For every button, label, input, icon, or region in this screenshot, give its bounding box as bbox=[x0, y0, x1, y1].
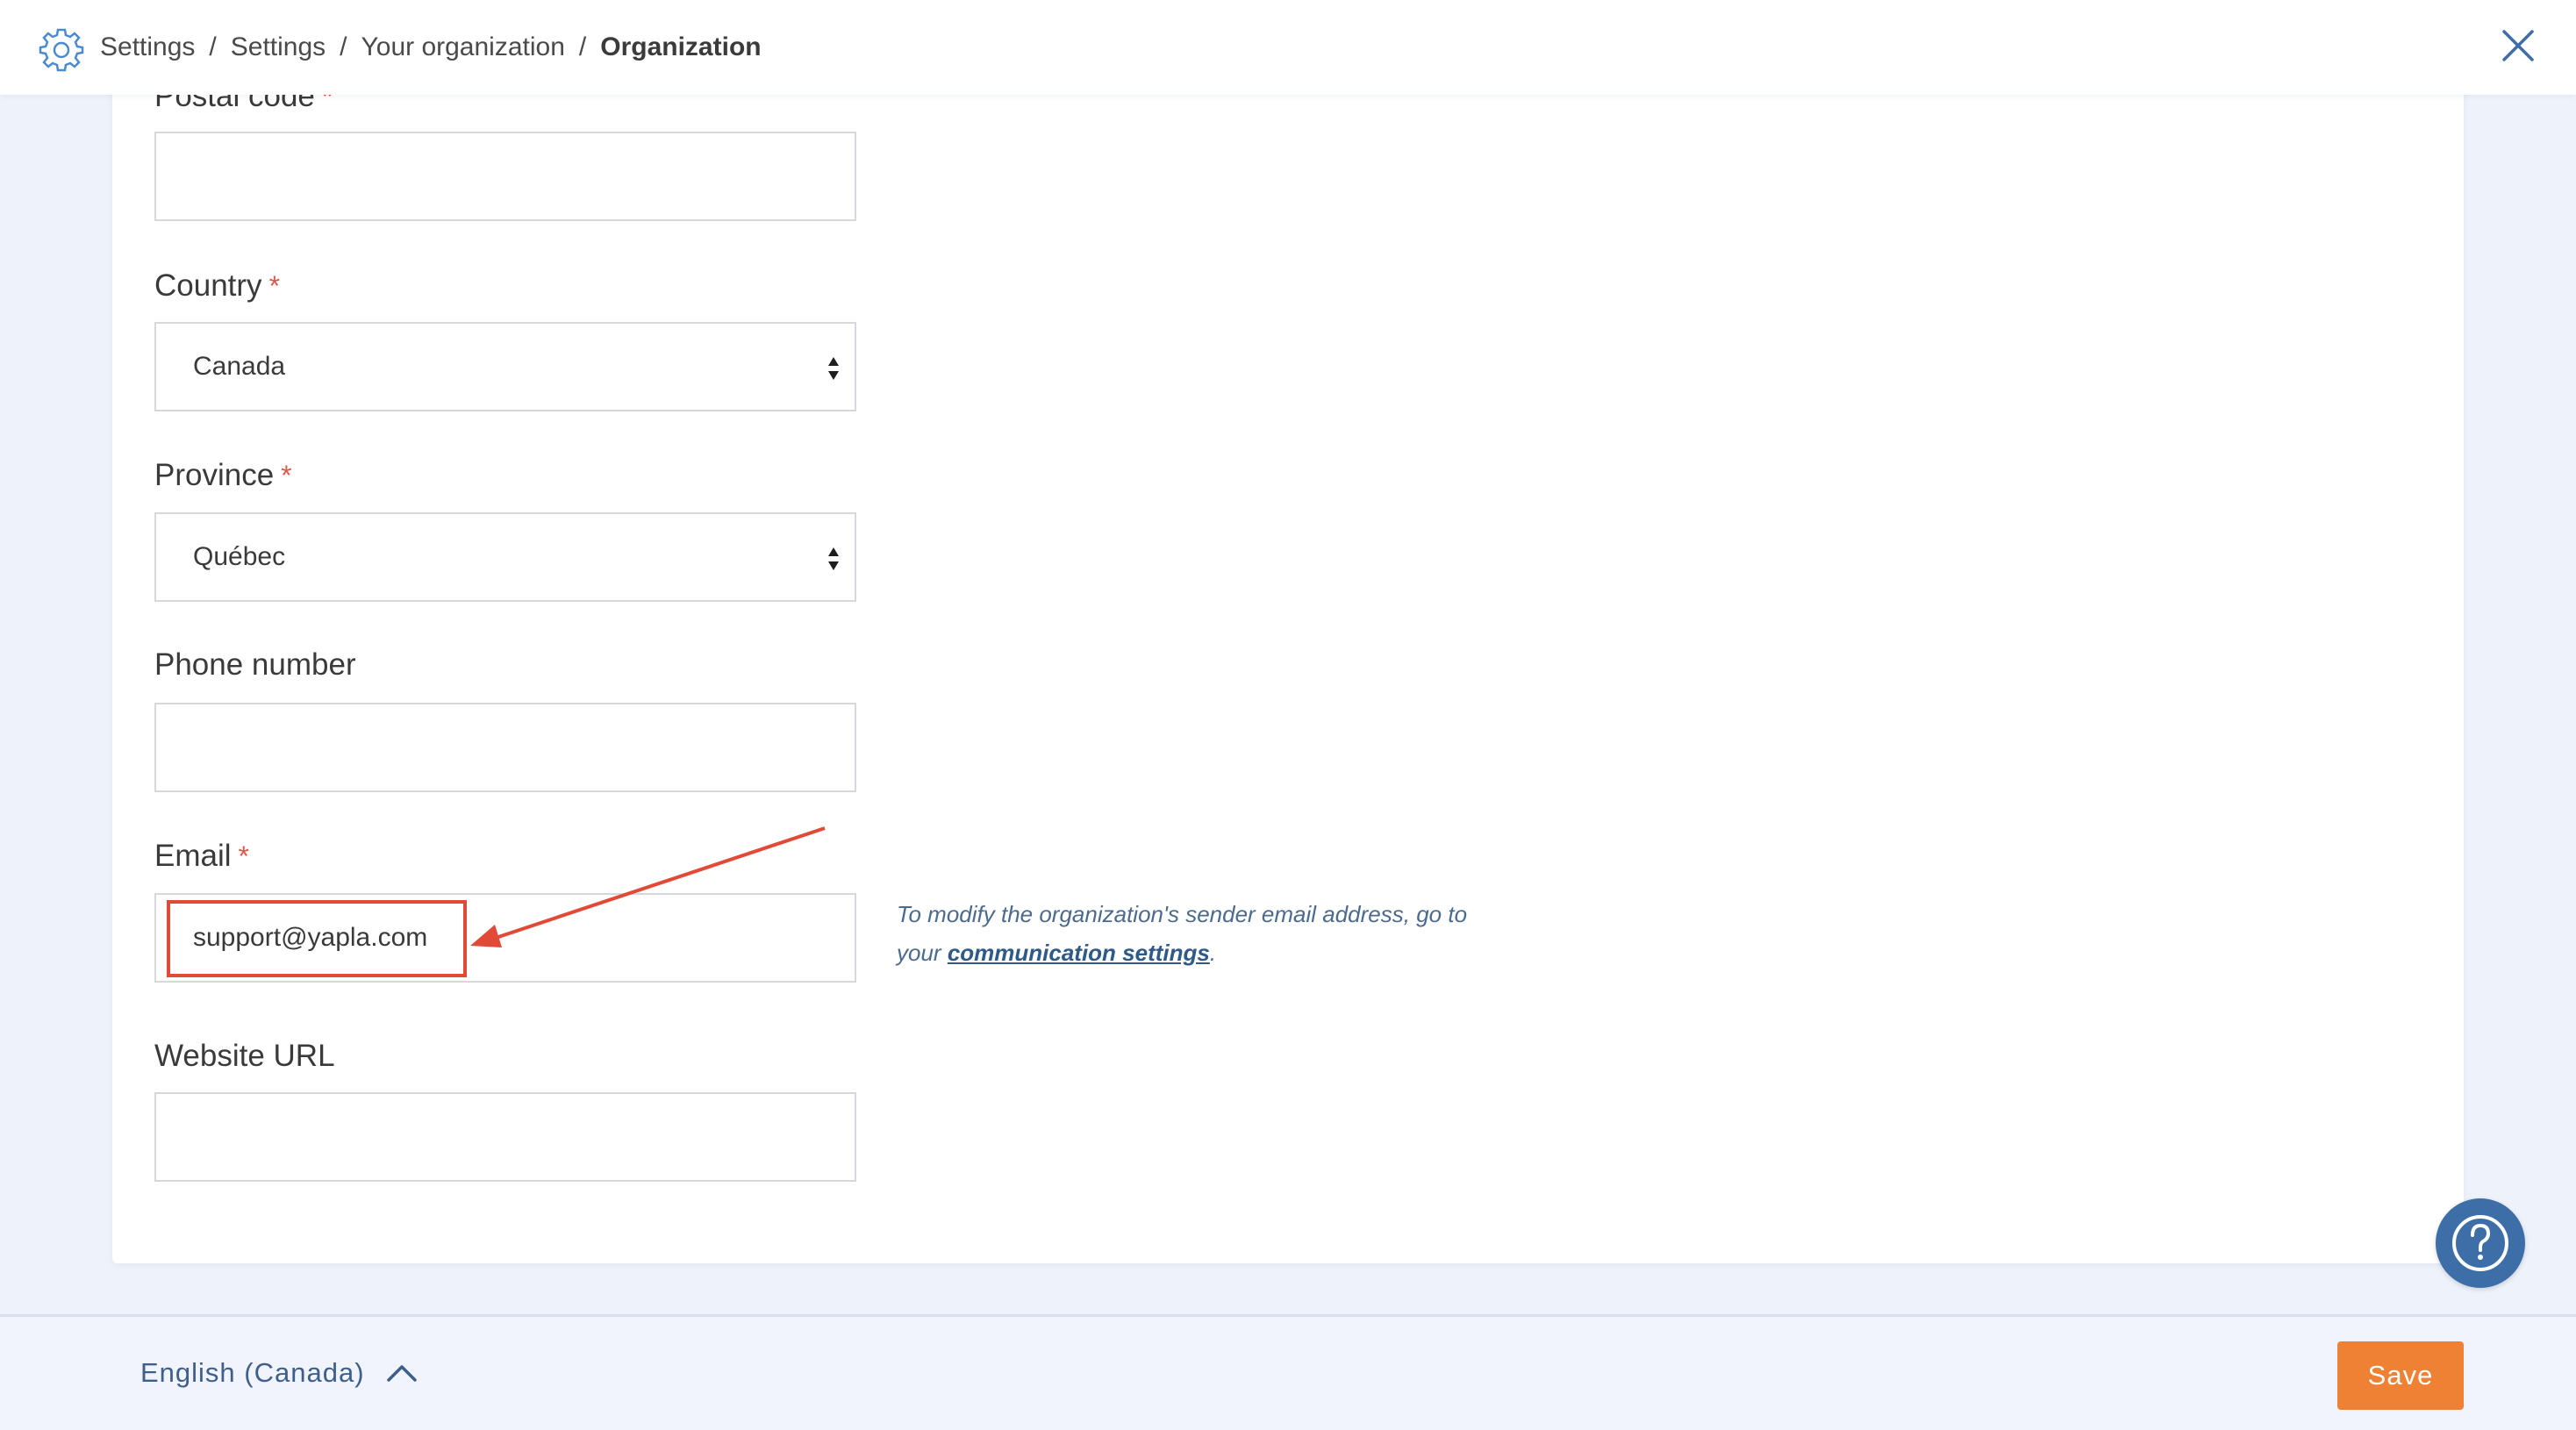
phone-label-text: Phone number bbox=[154, 647, 356, 682]
breadcrumb-item-settings-2[interactable]: Settings bbox=[231, 32, 326, 62]
required-mark: * bbox=[268, 269, 281, 302]
breadcrumb: Settings / Settings / Your organization … bbox=[100, 30, 762, 65]
select-arrows-icon bbox=[828, 357, 839, 380]
required-mark: * bbox=[238, 840, 249, 872]
email-label: Email * bbox=[154, 839, 249, 874]
bottom-bar: English (Canada) Save bbox=[0, 1314, 2576, 1430]
save-button[interactable]: Save bbox=[2337, 1341, 2464, 1410]
province-selected-value: Québec bbox=[193, 542, 286, 571]
breadcrumb-separator: / bbox=[578, 32, 587, 61]
communication-settings-link[interactable]: communication settings bbox=[948, 940, 1210, 966]
chevron-up-icon bbox=[386, 1365, 417, 1382]
email-help-text: To modify the organization's sender emai… bbox=[897, 895, 1493, 972]
top-bar: Settings / Settings / Your organization … bbox=[0, 0, 2576, 95]
required-mark: * bbox=[281, 459, 292, 491]
organization-form-card bbox=[112, 63, 2464, 1263]
breadcrumb-item-your-organization[interactable]: Your organization bbox=[361, 32, 565, 62]
postal-code-input[interactable] bbox=[154, 132, 856, 221]
website-input[interactable] bbox=[154, 1092, 856, 1182]
language-selector[interactable]: English (Canada) bbox=[140, 1355, 418, 1391]
country-label: Country * bbox=[154, 268, 280, 304]
province-select[interactable]: Québec bbox=[154, 512, 856, 602]
annotation-arrow bbox=[470, 826, 826, 947]
breadcrumb-separator: / bbox=[340, 32, 347, 61]
website-label-text: Website URL bbox=[154, 1039, 335, 1073]
settings-page: Postal code * Country * Canada Province … bbox=[0, 0, 2576, 1430]
postal-code-field[interactable] bbox=[193, 133, 855, 219]
breadcrumb-item-settings[interactable]: Settings bbox=[100, 32, 195, 62]
province-label-text: Province bbox=[154, 458, 275, 492]
close-icon[interactable] bbox=[2499, 26, 2537, 65]
email-help-text-after: . bbox=[1209, 940, 1217, 966]
phone-label: Phone number bbox=[154, 647, 356, 683]
language-label: English (Canada) bbox=[140, 1357, 365, 1388]
help-button[interactable] bbox=[2436, 1198, 2525, 1288]
country-label-text: Country bbox=[154, 268, 262, 303]
breadcrumb-item-organization: Organization bbox=[600, 32, 762, 61]
email-label-text: Email bbox=[154, 839, 232, 873]
annotation-highlight-box bbox=[167, 900, 467, 977]
country-selected-value: Canada bbox=[193, 352, 286, 381]
select-arrows-icon bbox=[828, 547, 839, 570]
question-icon bbox=[2452, 1215, 2508, 1271]
website-field[interactable] bbox=[193, 1094, 855, 1180]
phone-input[interactable] bbox=[154, 703, 856, 792]
country-select[interactable]: Canada bbox=[154, 322, 856, 411]
breadcrumb-separator: / bbox=[209, 32, 217, 61]
gear-icon bbox=[39, 28, 84, 72]
province-label: Province * bbox=[154, 458, 292, 493]
phone-field[interactable] bbox=[193, 704, 855, 790]
website-label: Website URL bbox=[154, 1039, 335, 1074]
